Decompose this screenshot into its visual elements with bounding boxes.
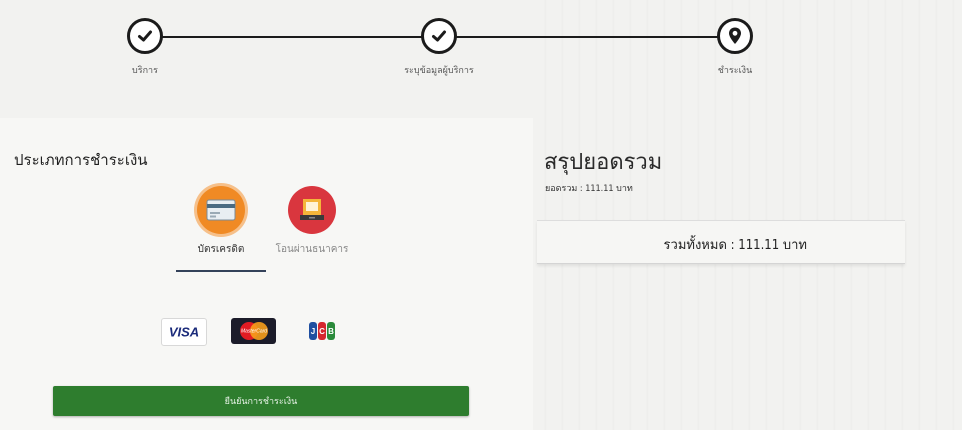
- step-label: บริการ: [132, 66, 158, 76]
- check-icon: [127, 18, 163, 54]
- svg-text:VISA: VISA: [169, 325, 199, 339]
- mastercard-logo: MasterCard: [231, 318, 276, 344]
- step-payment[interactable]: ชำระเงิน: [665, 18, 805, 77]
- step-label: ชำระเงิน: [717, 66, 753, 76]
- confirm-payment-button[interactable]: ยืนยันการชำระเงิน: [53, 386, 469, 416]
- step-label: ระบุข้อมูลผู้บริการ: [404, 66, 474, 76]
- payment-option-label: โอนผ่านธนาคาร: [275, 244, 349, 255]
- jcb-logo: J C B: [300, 318, 344, 344]
- step-service[interactable]: บริการ: [75, 18, 215, 77]
- payment-option-label: บัตรเครดิต: [197, 244, 245, 255]
- total-box: รวมทั้งหมด : 111.11 บาท: [537, 220, 905, 264]
- check-icon: [421, 18, 457, 54]
- svg-text:J: J: [311, 327, 315, 336]
- svg-text:C: C: [319, 327, 325, 336]
- payment-option-credit-card[interactable]: บัตรเครดิต: [171, 186, 271, 257]
- step-customer-info[interactable]: ระบุข้อมูลผู้บริการ: [369, 18, 509, 77]
- selected-tab-indicator: [176, 270, 266, 272]
- summary-heading: สรุปยอดรวม: [544, 150, 663, 175]
- svg-text:MasterCard: MasterCard: [240, 329, 266, 335]
- map-pin-icon: [717, 18, 753, 54]
- bank-transfer-icon: [288, 186, 336, 234]
- svg-text:B: B: [328, 327, 334, 336]
- payment-option-bank-transfer[interactable]: โอนผ่านธนาคาร: [262, 186, 362, 257]
- visa-logo: VISA: [161, 318, 207, 346]
- grand-total-text: รวมทั้งหมด : 111.11 บาท: [663, 238, 807, 253]
- credit-card-icon: [197, 186, 245, 234]
- payment-type-heading: ประเภทการชำระเงิน: [14, 151, 148, 169]
- subtotal-text: ยอดรวม : 111.11 บาท: [545, 184, 633, 194]
